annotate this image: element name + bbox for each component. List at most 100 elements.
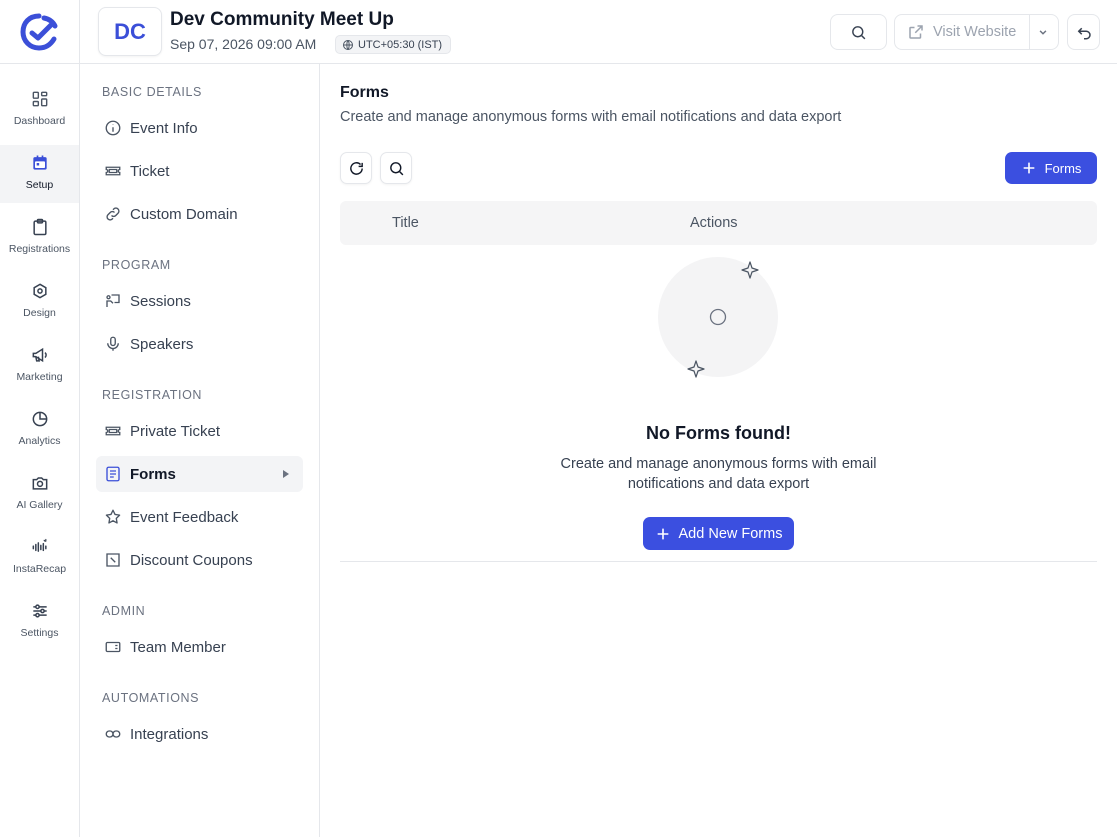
main-content: Forms Create and manage anonymous forms …	[320, 64, 1117, 837]
sparkle-icon	[741, 261, 759, 279]
undo-button[interactable]	[1067, 14, 1100, 50]
rail-item-settings[interactable]: Settings	[0, 593, 79, 651]
camera-icon	[32, 477, 47, 490]
topbar-divider	[79, 0, 80, 64]
subnav-item-label: Speakers	[130, 335, 194, 353]
sparkle-icon	[687, 360, 705, 378]
subnav-item-label: Event Info	[130, 119, 198, 137]
table-header: Title Actions	[340, 201, 1097, 245]
add-form-button[interactable]: Forms	[1005, 152, 1097, 184]
subnav-item-label: Discount Coupons	[130, 551, 253, 569]
form-icon	[106, 466, 120, 482]
undo-icon	[1077, 27, 1091, 40]
section-title-program: PROGRAM	[102, 258, 171, 272]
table-search-button[interactable]	[380, 152, 412, 184]
section-title-admin: ADMIN	[102, 604, 146, 618]
section-title-basic-details: BASIC DETAILS	[102, 85, 202, 99]
calendar-icon	[32, 155, 47, 170]
visit-website-button[interactable]: Visit Website	[894, 14, 1059, 50]
subnav-item-team-member[interactable]: Team Member	[96, 629, 303, 665]
section-title-automations: AUTOMATIONS	[102, 691, 200, 705]
subnav-item-event-info[interactable]: Event Info	[96, 110, 303, 146]
top-bar: DC Dev Community Meet Up Sep 07, 2026 09…	[0, 0, 1117, 64]
add-new-forms-button[interactable]: Add New Forms	[643, 517, 794, 550]
subnav-item-ticket[interactable]: Ticket	[96, 153, 303, 189]
event-datetime: Sep 07, 2026 09:00 AM	[170, 36, 317, 52]
rail-item-marketing[interactable]: Marketing	[0, 337, 79, 395]
subnav-item-label: Event Feedback	[130, 508, 239, 526]
rail-item-dashboard[interactable]: Dashboard	[0, 81, 79, 139]
plus-icon	[657, 528, 668, 539]
search-icon	[852, 25, 866, 39]
coupon-icon	[106, 553, 120, 567]
page-subtitle: Create and manage anonymous forms with e…	[340, 109, 842, 125]
subnav-item-label: Private Ticket	[130, 422, 221, 440]
subnav-item-sessions[interactable]: Sessions	[96, 283, 303, 319]
design-icon	[32, 283, 47, 299]
external-link-icon	[909, 25, 923, 39]
add-new-forms-label: Add New Forms	[678, 525, 783, 542]
table-bottom-border	[340, 561, 1097, 562]
subnav-item-private-ticket[interactable]: Private Ticket	[96, 413, 303, 449]
add-form-button-label: Forms	[1044, 160, 1082, 176]
link-icon	[106, 207, 120, 221]
globe-icon	[343, 39, 353, 50]
rail-label: Analytics	[18, 435, 61, 447]
subnav-item-integrations[interactable]: Integrations	[96, 716, 303, 752]
subnav-item-discount-coupons[interactable]: Discount Coupons	[96, 542, 303, 578]
plus-icon	[1023, 162, 1034, 174]
empty-state-illustration	[658, 257, 778, 378]
empty-state-title: No Forms found!	[646, 423, 791, 443]
rail-label: Settings	[20, 627, 59, 639]
rail-item-analytics[interactable]: Analytics	[0, 401, 79, 459]
rail-label: Dashboard	[13, 115, 66, 127]
rail-label: Design	[23, 307, 56, 319]
subnav-item-forms[interactable]: Forms	[96, 456, 303, 492]
pie-chart-icon	[32, 411, 47, 427]
header-search-button[interactable]	[830, 14, 887, 50]
event-title: Dev Community Meet Up	[170, 9, 394, 30]
visit-website-label: Visit Website	[933, 24, 1017, 40]
rail-label: Setup	[25, 179, 54, 191]
info-icon	[105, 120, 121, 136]
microphone-icon	[107, 336, 119, 351]
caret-right-icon	[283, 470, 289, 478]
subnav-item-label: Forms	[130, 465, 176, 483]
subnav-item-custom-domain[interactable]: Custom Domain	[96, 196, 303, 232]
visit-website-divider	[1029, 14, 1030, 50]
star-icon	[105, 509, 121, 524]
rail-item-design[interactable]: Design	[0, 273, 79, 331]
chevron-down-icon[interactable]	[1036, 25, 1050, 39]
refresh-button[interactable]	[340, 152, 372, 184]
rail-item-setup[interactable]: Setup	[0, 145, 79, 203]
audio-wave-icon	[32, 538, 47, 552]
timezone-label: UTC+05:30 (IST)	[358, 38, 443, 51]
empty-state-description: Create and manage anonymous forms with e…	[560, 456, 877, 492]
sliders-icon	[32, 604, 47, 618]
link-icon	[105, 730, 121, 738]
id-card-icon	[105, 641, 121, 653]
rail-item-instarecap[interactable]: InstaRecap	[0, 529, 79, 587]
page-title: Forms	[340, 84, 389, 101]
ticket-icon	[105, 166, 121, 176]
search-icon	[389, 161, 403, 175]
event-avatar[interactable]: DC	[98, 7, 162, 56]
empty-circle-icon	[709, 308, 727, 326]
presentation-icon	[106, 294, 120, 307]
rail-item-ai-gallery[interactable]: AI Gallery	[0, 465, 79, 523]
clipboard-icon	[32, 218, 47, 236]
rail-item-registrations[interactable]: Registrations	[0, 209, 79, 267]
rail-label: Registrations	[8, 243, 71, 255]
refresh-icon	[349, 161, 363, 175]
brand-logo-icon[interactable]	[18, 12, 60, 52]
megaphone-icon	[32, 347, 47, 363]
rail-label: InstaRecap	[12, 563, 67, 575]
subnav-item-event-feedback[interactable]: Event Feedback	[96, 499, 303, 535]
subnav-item-label: Sessions	[130, 292, 191, 310]
column-header-title[interactable]: Title	[392, 215, 419, 231]
subnav-item-label: Ticket	[130, 162, 170, 180]
rail-label: AI Gallery	[16, 499, 63, 511]
ticket-icon	[105, 426, 121, 436]
column-header-actions: Actions	[690, 215, 738, 231]
subnav-item-speakers[interactable]: Speakers	[96, 326, 303, 362]
